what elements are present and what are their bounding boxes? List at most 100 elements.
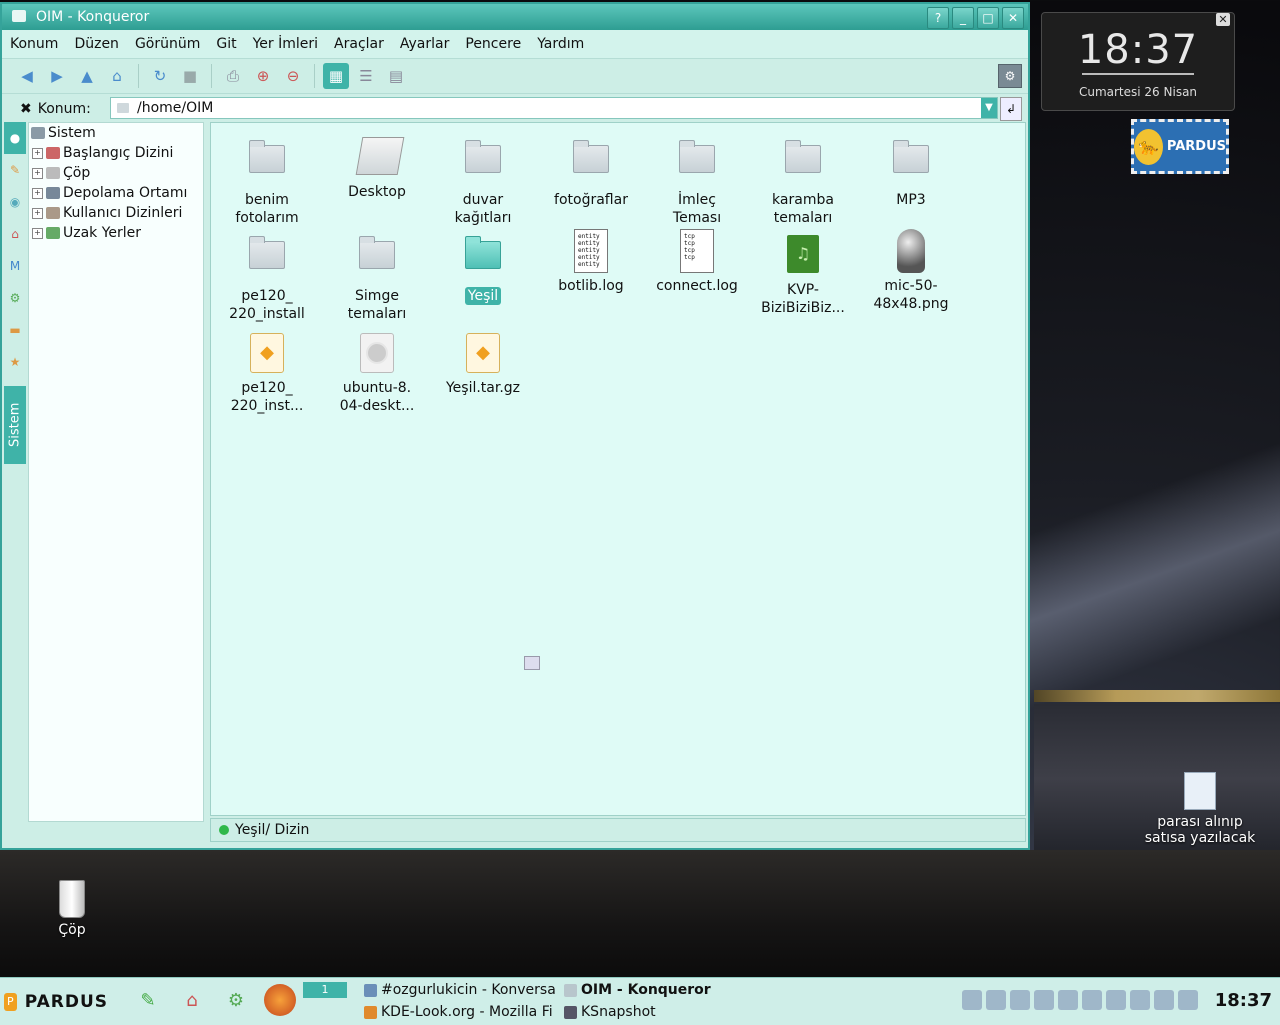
tray-icon[interactable] <box>962 990 982 1010</box>
file-label: temaları <box>773 210 833 226</box>
bookmarks-tab-icon[interactable]: ● <box>4 122 26 154</box>
forward-arrow-icon[interactable]: ▶ <box>44 63 70 89</box>
expand-icon[interactable]: + <box>32 227 43 239</box>
file-item[interactable]: İmleç Teması <box>643 137 751 227</box>
tray-icon[interactable] <box>1058 990 1078 1010</box>
tray-icon[interactable] <box>1106 990 1126 1010</box>
tray-icon[interactable] <box>1082 990 1102 1010</box>
file-item[interactable]: MP3 <box>857 137 965 209</box>
help-button[interactable]: ? <box>927 7 949 29</box>
title-bar[interactable]: OIM - Konqueror ? _ □ ✕ <box>2 4 1028 30</box>
start-menu-button[interactable]: P PARDUS <box>4 985 108 1019</box>
taskbar: P PARDUS ✎ ⌂ ⚙ 1 #ozgurlukicin - Konvers… <box>0 977 1280 1025</box>
expand-icon[interactable]: + <box>32 207 43 219</box>
services-tab-icon[interactable]: ⚙ <box>4 282 26 314</box>
back-arrow-icon[interactable]: ◀ <box>14 63 40 89</box>
preview-icon[interactable]: ▤ <box>383 63 409 89</box>
tree-item-sistem[interactable]: Sistem <box>29 123 203 143</box>
file-icon-view[interactable]: benim fotolarım Desktop duvar kağıtları … <box>210 122 1026 816</box>
desktop-pager[interactable]: 1 <box>303 982 347 998</box>
show-desktop-icon[interactable]: ✎ <box>132 984 164 1016</box>
network-tab-icon[interactable]: M <box>4 250 26 282</box>
expand-icon[interactable]: + <box>32 187 43 199</box>
file-label: 220_inst... <box>230 398 304 414</box>
tray-icon[interactable] <box>1010 990 1030 1010</box>
menu-yer-imleri[interactable]: Yer İmleri <box>253 36 318 52</box>
file-item[interactable]: mic-50- 48x48.png <box>857 229 965 313</box>
media-tab-icon[interactable]: ◉ <box>4 186 26 218</box>
location-input[interactable]: /home/OIM ▼ <box>110 97 998 119</box>
file-item[interactable]: pe120_ 220_install <box>213 233 321 323</box>
task-konversation[interactable]: #ozgurlukicin - Konversa <box>364 980 556 1000</box>
tray-icon[interactable] <box>1154 990 1174 1010</box>
menu-araclar[interactable]: Araçlar <box>334 36 384 52</box>
menu-pencere[interactable]: Pencere <box>465 36 521 52</box>
firefox-icon[interactable] <box>264 984 296 1016</box>
file-item[interactable]: tcp tcp tcp tcp connect.log <box>643 229 751 295</box>
desktop-note-file[interactable]: parası alınıp satısa yazılacak <box>1140 772 1260 846</box>
file-item[interactable]: fotoğraflar <box>537 137 645 209</box>
tab-sistem[interactable]: Sistem <box>4 386 26 464</box>
file-item[interactable]: benim fotolarım <box>213 137 321 227</box>
file-item[interactable]: karamba temaları <box>749 137 857 227</box>
home-icon[interactable]: ⌂ <box>104 63 130 89</box>
tree-item-uzak-yerler[interactable]: + Uzak Yerler <box>29 223 203 243</box>
task-konqueror[interactable]: OIM - Konqueror <box>564 980 744 1000</box>
file-item[interactable]: Desktop <box>323 137 431 201</box>
chevron-down-icon[interactable]: ▼ <box>981 98 997 118</box>
tree-item-depolama-ortami[interactable]: + Depolama Ortamı <box>29 183 203 203</box>
file-item[interactable]: ubuntu-8. 04-deskt... <box>323 329 431 415</box>
home-icon[interactable]: ⌂ <box>176 984 208 1016</box>
menu-gorunum[interactable]: Görünüm <box>135 36 200 52</box>
file-item[interactable]: ♫ KVP- BiziBiziBiz... <box>749 233 857 317</box>
wallpaper-bridge <box>1034 690 1280 702</box>
close-button[interactable]: ✕ <box>1002 7 1024 29</box>
file-item[interactable]: ◆ Yeşil.tar.gz <box>429 329 537 397</box>
taskbar-clock[interactable]: 18:37 <box>1215 990 1272 1011</box>
tray-icon[interactable] <box>1178 990 1198 1010</box>
menu-git[interactable]: Git <box>216 36 236 52</box>
settings-icon[interactable]: ⚙ <box>220 984 252 1016</box>
go-button[interactable]: ↲ <box>1000 97 1022 121</box>
menu-ayarlar[interactable]: Ayarlar <box>400 36 449 52</box>
file-item-selected[interactable]: Yeşil <box>429 233 537 305</box>
print-icon[interactable]: ⎙ <box>220 63 246 89</box>
maximize-button[interactable]: □ <box>977 7 999 29</box>
file-item[interactable]: duvar kağıtları <box>429 137 537 227</box>
desktop-trash[interactable]: Çöp <box>42 880 102 938</box>
expand-icon[interactable]: + <box>32 147 43 159</box>
tree-item-baslangic-dizini[interactable]: + Başlangıç Dizini <box>29 143 203 163</box>
menu-konum[interactable]: Konum <box>10 36 58 52</box>
stop-icon[interactable]: ■ <box>177 63 203 89</box>
tray-icon[interactable] <box>1130 990 1150 1010</box>
clock-widget: ✕ 18:37 Cumartesi 26 Nisan <box>1041 12 1235 111</box>
close-icon[interactable]: ✕ <box>1216 13 1230 26</box>
tree-item-cop[interactable]: + Çöp <box>29 163 203 183</box>
tray-icon[interactable] <box>1034 990 1054 1010</box>
task-ksnapshot[interactable]: KSnapshot <box>564 1002 744 1022</box>
task-label: #ozgurlukicin - Konversa <box>381 982 556 998</box>
reload-icon[interactable]: ↻ <box>147 63 173 89</box>
zoom-out-icon[interactable]: ⊖ <box>280 63 306 89</box>
history-tab-icon[interactable]: ✎ <box>4 154 26 186</box>
folder-tab-icon[interactable]: ▬ <box>4 314 26 346</box>
file-item[interactable]: entity entity entity entity entity botlib.lo… <box>537 229 645 295</box>
expand-icon[interactable]: + <box>32 167 43 179</box>
trash-icon <box>46 167 60 179</box>
menu-yardim[interactable]: Yardım <box>537 36 584 52</box>
tray-icon[interactable] <box>986 990 1006 1010</box>
home-tab-icon[interactable]: ⌂ <box>4 218 26 250</box>
icon-view-icon[interactable]: ▦ <box>323 63 349 89</box>
file-item[interactable]: ◆ pe120_ 220_inst... <box>213 329 321 415</box>
file-item[interactable]: Simge temaları <box>323 233 431 323</box>
clear-location-icon[interactable]: ✖ <box>20 101 32 117</box>
zoom-in-icon[interactable]: ⊕ <box>250 63 276 89</box>
tree-item-kullanici-dizinleri[interactable]: + Kullanıcı Dizinleri <box>29 203 203 223</box>
minimize-button[interactable]: _ <box>952 7 974 29</box>
detail-view-icon[interactable]: ☰ <box>353 63 379 89</box>
star-tab-icon[interactable]: ★ <box>4 346 26 378</box>
document-icon <box>1184 772 1216 810</box>
task-firefox[interactable]: KDE-Look.org - Mozilla Fi <box>364 1002 556 1022</box>
menu-duzen[interactable]: Düzen <box>74 36 119 52</box>
up-arrow-icon[interactable]: ▲ <box>74 63 100 89</box>
